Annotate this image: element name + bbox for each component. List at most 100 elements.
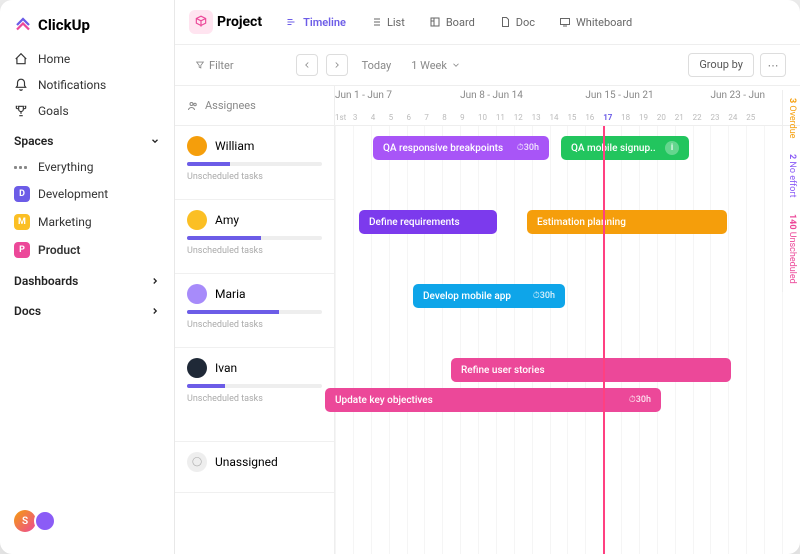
badge-unscheduled[interactable]: 140 Unscheduled [782, 206, 800, 292]
timeline-chart[interactable]: Jun 1 - Jun 7Jun 8 - Jun 14Jun 15 - Jun … [335, 86, 800, 554]
toolbar: Filter Today 1 Week Group by ⋯ [175, 45, 800, 86]
avatar [187, 136, 207, 156]
week-label: Jun 1 - Jun 7 [335, 90, 392, 101]
sidebar-footer: S [0, 500, 174, 542]
people-icon [187, 100, 199, 112]
task-bar[interactable]: Estimation planning [527, 210, 727, 234]
badge-noeffort[interactable]: 2 No effort [782, 146, 800, 206]
badge-overdue[interactable]: 3 Overdue [782, 90, 800, 146]
nav-goals[interactable]: Goals [0, 98, 174, 124]
assignees-header[interactable]: Assignees [175, 86, 334, 126]
list-icon [370, 16, 382, 28]
avatar [187, 210, 207, 230]
next-button[interactable] [326, 54, 348, 76]
chevron-down-icon [451, 60, 461, 70]
progress-bar [187, 162, 322, 166]
day-label: 21 [675, 113, 684, 122]
task-label: Define requirements [369, 217, 460, 228]
unscheduled-label: Unscheduled tasks [187, 394, 322, 404]
space-marketing[interactable]: MMarketing [0, 208, 174, 236]
filter-icon [195, 60, 205, 70]
day-label: 24 [728, 113, 737, 122]
info-icon: i [665, 141, 679, 155]
task-bar[interactable]: Define requirements [359, 210, 497, 234]
day-label: 20 [657, 113, 666, 122]
space-product[interactable]: PProduct [0, 236, 174, 264]
prev-button[interactable] [296, 54, 318, 76]
nav-notifications[interactable]: Notifications [0, 72, 174, 98]
chevron-down-icon [150, 136, 160, 146]
task-bar[interactable]: QA mobile signup..i [561, 136, 689, 160]
bell-icon [14, 78, 28, 92]
section-spaces[interactable]: Spaces [0, 124, 174, 154]
chevron-left-icon [302, 60, 312, 70]
range-select[interactable]: 1 Week [405, 55, 467, 76]
assignee-row[interactable]: Ivan Unscheduled tasks [175, 348, 334, 442]
project-name[interactable]: Project [217, 14, 262, 30]
day-label: 15 [567, 113, 576, 122]
task-bar[interactable]: Develop mobile app ⏱30h [413, 284, 565, 308]
assignee-row[interactable]: WilliamUnscheduled tasks [175, 126, 334, 200]
progress-bar [187, 310, 322, 314]
user-avatar[interactable]: S [14, 510, 36, 532]
task-bar[interactable]: Refine user stories [451, 358, 731, 382]
day-label: 14 [550, 113, 559, 122]
day-label: 9 [460, 113, 465, 122]
task-bar[interactable]: QA responsive breakpoints⏱30h [373, 136, 549, 160]
assignee-name: William [215, 139, 254, 153]
side-badges: 3 Overdue 2 No effort 140 Unscheduled [782, 90, 800, 554]
timeline-view: Assignees WilliamUnscheduled tasksAmyUns… [175, 86, 800, 554]
task-label: Develop mobile app [423, 291, 511, 302]
day-label: 23 [710, 113, 719, 122]
week-label: Jun 15 - Jun 21 [585, 90, 653, 101]
nav-home[interactable]: Home [0, 46, 174, 72]
tab-timeline[interactable]: Timeline [276, 12, 356, 33]
tab-board[interactable]: Board [419, 12, 485, 33]
assignee-row-unassigned[interactable]: ◯Unassigned [175, 442, 334, 493]
main-panel: Project Timeline List Board Doc Whiteboa… [175, 0, 800, 554]
assignee-row[interactable]: AmyUnscheduled tasks [175, 200, 334, 274]
brand-name: ClickUp [38, 16, 90, 34]
app-window: ClickUp Home Notifications Goals Spaces … [0, 0, 800, 554]
day-label: 4 [371, 113, 376, 122]
whiteboard-icon [559, 16, 571, 28]
chevron-right-icon [332, 60, 342, 70]
group-by-button[interactable]: Group by [688, 53, 754, 77]
day-label: 5 [389, 113, 394, 122]
progress-bar [187, 384, 322, 388]
today-marker [603, 126, 605, 554]
day-label: 1st [335, 113, 346, 122]
assignee-row[interactable]: MariaUnscheduled tasks [175, 274, 334, 348]
day-label: 19 [639, 113, 648, 122]
day-label: 16 [585, 113, 594, 122]
day-label: 3 [353, 113, 358, 122]
assignee-name: Maria [215, 287, 246, 301]
day-label: 8 [442, 113, 447, 122]
task-bar[interactable]: Update key objectives⏱30h [325, 388, 661, 412]
chevron-right-icon [150, 276, 160, 286]
space-badge-d: D [14, 186, 30, 202]
day-label: 6 [407, 113, 412, 122]
progress-bar [187, 236, 322, 240]
task-duration: ⏱30h [527, 291, 555, 301]
today-button[interactable]: Today [356, 55, 398, 76]
person-icon: ◯ [187, 452, 207, 472]
section-docs[interactable]: Docs [0, 294, 174, 324]
brand-logo[interactable]: ClickUp [0, 12, 174, 46]
clickup-logo-icon [14, 16, 32, 34]
project-icon[interactable] [189, 10, 213, 34]
chart-header: Jun 1 - Jun 7Jun 8 - Jun 14Jun 15 - Jun … [335, 86, 800, 126]
tab-doc[interactable]: Doc [489, 12, 545, 33]
section-dashboards[interactable]: Dashboards [0, 264, 174, 294]
day-label: 11 [496, 113, 505, 122]
team-avatar[interactable] [34, 510, 56, 532]
space-everything[interactable]: Everything [0, 154, 174, 180]
day-label: 10 [478, 113, 487, 122]
assignee-name: Ivan [215, 361, 237, 375]
more-button[interactable]: ⋯ [760, 53, 786, 77]
filter-button[interactable]: Filter [189, 55, 240, 76]
space-development[interactable]: DDevelopment [0, 180, 174, 208]
tab-list[interactable]: List [360, 12, 415, 33]
cube-icon [194, 15, 208, 29]
tab-whiteboard[interactable]: Whiteboard [549, 12, 642, 33]
